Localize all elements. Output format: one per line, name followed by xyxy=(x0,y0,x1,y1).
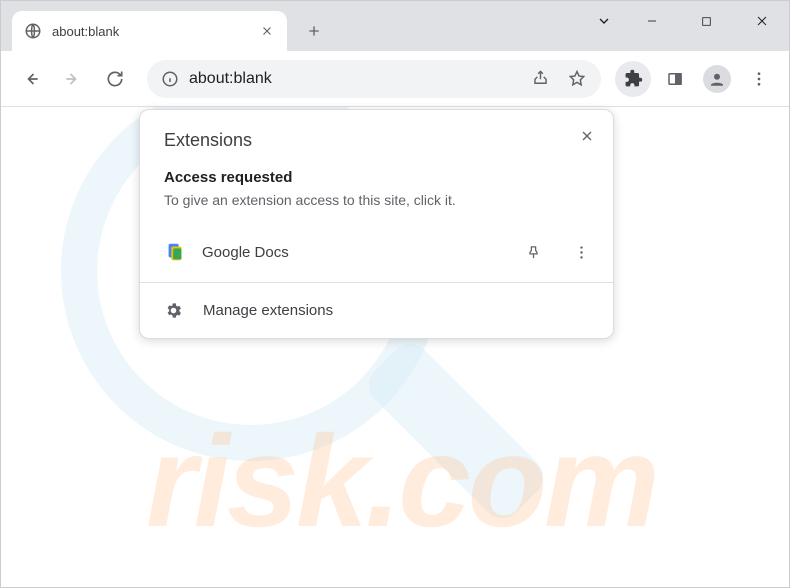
maximize-button[interactable] xyxy=(679,1,734,41)
extension-menu-button[interactable] xyxy=(565,236,597,268)
reload-button[interactable] xyxy=(97,61,133,97)
info-icon[interactable] xyxy=(161,70,179,88)
extensions-button[interactable] xyxy=(615,61,651,97)
share-icon[interactable] xyxy=(531,69,551,88)
new-tab-button[interactable] xyxy=(299,16,329,46)
forward-button[interactable] xyxy=(55,61,91,97)
address-bar[interactable]: about:blank xyxy=(147,60,601,98)
pin-button[interactable] xyxy=(517,236,549,268)
popup-header: Extensions xyxy=(140,110,613,159)
browser-tab[interactable]: about:blank xyxy=(12,11,287,51)
watermark-risk: risk.com xyxy=(146,406,657,556)
access-requested-section: Access requested To give an extension ac… xyxy=(140,159,613,222)
minimize-button[interactable] xyxy=(624,1,679,41)
close-tab-icon[interactable] xyxy=(259,23,275,39)
url-text: about:blank xyxy=(189,70,521,88)
popup-close-button[interactable] xyxy=(573,122,601,150)
google-docs-icon xyxy=(164,241,186,263)
title-bar: about:blank xyxy=(1,1,789,51)
section-description: To give an extension access to this site… xyxy=(164,192,589,208)
manage-extensions-button[interactable]: Manage extensions xyxy=(140,283,613,338)
avatar-icon xyxy=(703,65,731,93)
profile-button[interactable] xyxy=(699,61,735,97)
menu-button[interactable] xyxy=(741,61,777,97)
gear-icon xyxy=(164,301,183,320)
globe-icon xyxy=(24,22,42,40)
tab-search-button[interactable] xyxy=(584,1,624,41)
popup-title: Extensions xyxy=(164,130,593,151)
extension-name: Google Docs xyxy=(202,244,501,261)
extension-item[interactable]: Google Docs xyxy=(140,222,613,282)
close-window-button[interactable] xyxy=(734,1,789,41)
bookmark-star-icon[interactable] xyxy=(567,69,587,89)
browser-toolbar: about:blank xyxy=(1,51,789,107)
window-controls xyxy=(584,1,789,41)
extensions-popup: Extensions Access requested To give an e… xyxy=(139,109,614,339)
side-panel-button[interactable] xyxy=(657,61,693,97)
back-button[interactable] xyxy=(13,61,49,97)
section-heading: Access requested xyxy=(164,169,589,186)
manage-extensions-label: Manage extensions xyxy=(203,302,333,319)
tab-title: about:blank xyxy=(52,24,249,39)
